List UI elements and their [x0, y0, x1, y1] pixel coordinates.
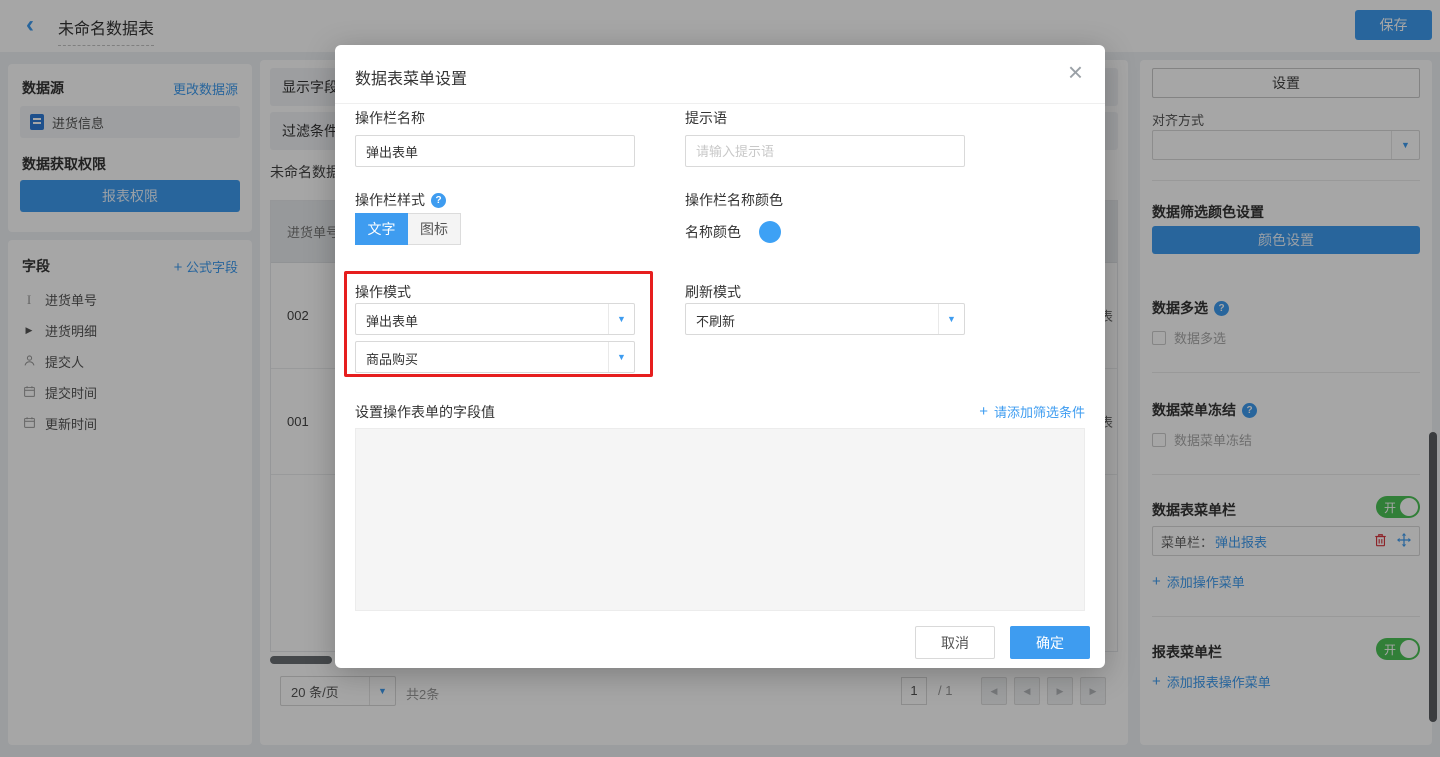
close-icon[interactable]: × — [1068, 57, 1083, 87]
name-color-label: 操作栏名称颜色 — [685, 190, 783, 210]
operation-mode-label: 操作模式 — [355, 282, 411, 302]
add-filter-link[interactable]: + 请添加筛选条件 — [979, 402, 1085, 421]
field-value-area[interactable] — [355, 428, 1085, 611]
action-name-label: 操作栏名称 — [355, 108, 425, 128]
divider — [335, 103, 1105, 104]
tip-label: 提示语 — [685, 108, 727, 128]
dialog-title: 数据表菜单设置 — [355, 65, 467, 89]
style-label: 操作栏样式 ? — [355, 190, 446, 210]
name-color-row: 名称颜色 — [685, 221, 781, 243]
operation-target-select[interactable]: 商品购买 ▼ — [355, 341, 635, 373]
tip-input[interactable] — [685, 135, 965, 167]
operation-target-value: 商品购买 — [366, 349, 418, 368]
refresh-mode-select[interactable]: 不刷新 ▼ — [685, 303, 965, 335]
field-value-label: 设置操作表单的字段值 — [355, 402, 495, 422]
confirm-button[interactable]: 确定 — [1010, 626, 1090, 659]
chevron-down-icon: ▼ — [938, 304, 964, 334]
cancel-button[interactable]: 取消 — [915, 626, 995, 659]
plus-icon: + — [979, 403, 988, 420]
color-swatch[interactable] — [759, 221, 781, 243]
help-icon[interactable]: ? — [431, 193, 446, 208]
action-name-input[interactable] — [355, 135, 635, 167]
chevron-down-icon: ▼ — [608, 342, 634, 372]
refresh-mode-value: 不刷新 — [696, 311, 735, 330]
chevron-down-icon: ▼ — [608, 304, 634, 334]
operation-mode-value: 弹出表单 — [366, 311, 418, 330]
style-segment: 文字 图标 — [355, 213, 461, 245]
name-color-text: 名称颜色 — [685, 222, 741, 242]
table-menu-settings-dialog: 数据表菜单设置 × 操作栏名称 提示语 操作栏样式 ? 文字 图标 操作栏名称颜… — [335, 45, 1105, 668]
operation-mode-select[interactable]: 弹出表单 ▼ — [355, 303, 635, 335]
refresh-mode-label: 刷新模式 — [685, 282, 741, 302]
style-icon-button[interactable]: 图标 — [408, 213, 461, 245]
style-text-button[interactable]: 文字 — [355, 213, 408, 245]
